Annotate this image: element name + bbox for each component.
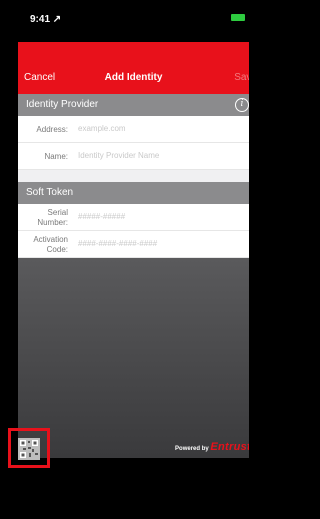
activation-code-label: Activation Code: xyxy=(33,235,68,254)
bottom-bar xyxy=(18,458,249,519)
name-label: Name: xyxy=(44,152,68,161)
serial-number-row: Serial Number: xyxy=(18,204,249,231)
phone-screen: 9:41 ↗ Cancel Add Identity Save Identity… xyxy=(18,0,249,519)
address-label: Address: xyxy=(36,125,68,134)
section-title: Soft Token xyxy=(26,187,74,198)
powered-by: Powered by Entrust xyxy=(175,441,249,453)
powered-by-text: Powered by xyxy=(175,446,209,452)
serial-number-input[interactable] xyxy=(78,212,243,221)
activation-code-input[interactable] xyxy=(78,239,243,248)
qr-scan-button[interactable] xyxy=(8,428,50,468)
entrust-logo: Entrust xyxy=(210,441,249,453)
header-band xyxy=(18,42,249,60)
content-background xyxy=(18,258,249,458)
status-bar: 9:41 ↗ xyxy=(18,0,249,42)
activation-code-row: Activation Code: xyxy=(18,231,249,258)
save-button[interactable]: Save xyxy=(234,72,249,83)
name-input[interactable] xyxy=(78,151,243,160)
status-time: 9:41 ↗ xyxy=(30,14,62,25)
address-input[interactable] xyxy=(78,124,243,133)
address-row: Address: xyxy=(18,116,249,143)
qr-code-icon xyxy=(18,438,40,460)
info-icon[interactable]: i xyxy=(235,98,249,112)
name-row: Name: xyxy=(18,143,249,170)
battery-icon xyxy=(231,14,245,21)
navigation-bar: Cancel Add Identity Save xyxy=(18,60,249,94)
section-title: Identity Provider xyxy=(26,99,99,110)
serial-number-label: Serial Number: xyxy=(37,208,68,227)
page-title: Add Identity xyxy=(104,72,163,83)
section-header-soft-token: Soft Token xyxy=(18,182,249,204)
section-header-identity-provider: Identity Provider i xyxy=(18,94,249,116)
section-spacer xyxy=(18,170,249,182)
